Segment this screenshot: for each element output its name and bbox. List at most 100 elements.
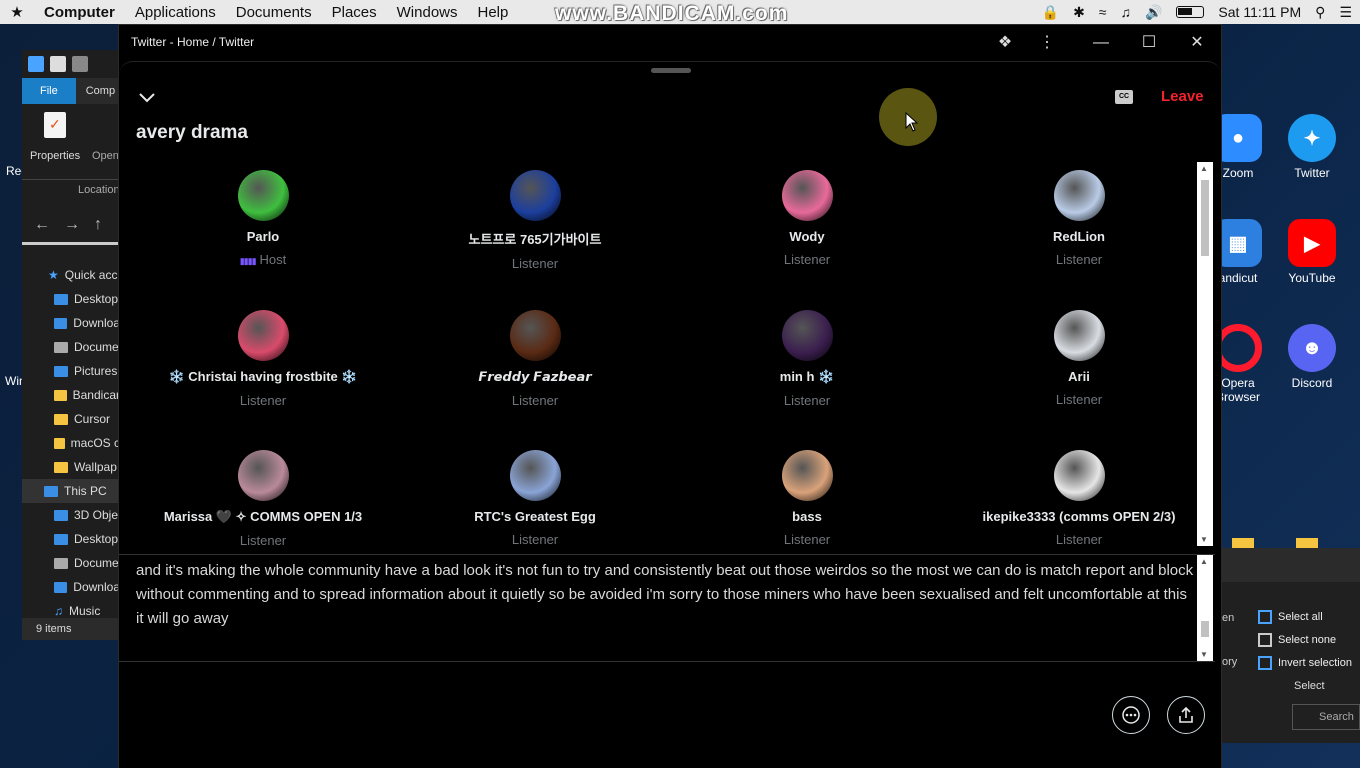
more-options-button[interactable]: [1112, 696, 1150, 734]
battery-icon[interactable]: [1176, 6, 1205, 18]
properties-small-icon[interactable]: [50, 56, 66, 72]
menu-places[interactable]: Places: [322, 4, 387, 21]
close-button[interactable]: ✕: [1185, 31, 1209, 55]
menu-app-name[interactable]: Computer: [34, 4, 125, 21]
participant-card[interactable]: Wody Listener: [671, 170, 943, 267]
apple-menu-icon[interactable]: ★: [0, 3, 34, 21]
computer-icon[interactable]: [28, 56, 44, 72]
scroll-up-arrow-icon[interactable]: ▲: [1200, 164, 1208, 173]
bluetooth-icon[interactable]: ✱: [1073, 4, 1085, 21]
menu-help[interactable]: Help: [468, 4, 519, 21]
share-upload-icon: [1179, 706, 1193, 723]
invert-selection-button[interactable]: Invert selection: [1258, 656, 1352, 670]
tab-computer[interactable]: Comp: [76, 85, 120, 97]
music-icon[interactable]: ♫: [1120, 4, 1131, 20]
tree-item[interactable]: Downloa: [22, 575, 120, 599]
up-arrow-icon[interactable]: ↑: [94, 216, 102, 234]
participant-card[interactable]: 노트프로 765기가바이트 Listener: [399, 170, 671, 271]
extensions-puzzle-icon[interactable]: ❖: [993, 31, 1017, 55]
tree-quick-access[interactable]: ★ Quick acc: [22, 263, 120, 287]
folder-icon: [54, 413, 68, 425]
select-all-button[interactable]: Select all: [1258, 610, 1323, 624]
clock[interactable]: Sat 11:11 PM: [1218, 4, 1301, 20]
tree-item[interactable]: Cursor: [22, 407, 120, 431]
window-titlebar: Twitter - Home / Twitter ❖ ⋮ — ☐ ✕: [119, 25, 1221, 61]
participant-card[interactable]: 𝙁𝙧𝙚𝙙𝙙𝙮 𝙁𝙖𝙯𝙗𝙚𝙖𝙧 Listener: [399, 310, 671, 408]
leave-button[interactable]: Leave: [1161, 88, 1204, 105]
collapse-chevron-icon[interactable]: [137, 88, 157, 108]
folder-icon: [54, 461, 68, 473]
search-icon[interactable]: ⚲: [1315, 4, 1325, 21]
tree-item[interactable]: Desktop: [22, 287, 120, 311]
wifi-icon[interactable]: ≈: [1099, 4, 1107, 20]
download-icon: [54, 581, 68, 593]
desktop-icon-youtube[interactable]: ▶ YouTube: [1274, 219, 1350, 285]
participant-card[interactable]: ikepike3333 (comms OPEN 2/3) Listener: [943, 450, 1197, 547]
tree-item[interactable]: Bandicar: [22, 383, 120, 407]
participant-card[interactable]: RedLion Listener: [943, 170, 1197, 267]
avatar: [781, 170, 833, 221]
caption-text: and it's making the whole community have…: [136, 562, 1194, 627]
participant-card[interactable]: ❄️ Christai having frostbite ❄️ Listener: [127, 310, 399, 408]
tree-item[interactable]: Desktop: [22, 527, 120, 551]
explorer-status: 9 items: [22, 618, 120, 640]
blank-icon[interactable]: [72, 56, 88, 72]
volume-icon[interactable]: 🔊: [1145, 4, 1162, 21]
select-none-icon: [1258, 633, 1272, 647]
folder-icon: [54, 533, 68, 545]
scrollbar-thumb[interactable]: [1201, 621, 1209, 637]
music-note-icon: ♫: [54, 604, 63, 618]
forward-arrow-icon[interactable]: →: [64, 216, 80, 234]
participant-name: min h ❄️: [779, 369, 835, 384]
caption-scrollbar[interactable]: ▲ ▼: [1197, 555, 1213, 661]
participant-card[interactable]: bass Listener: [671, 450, 943, 547]
scroll-up-arrow-icon[interactable]: ▲: [1200, 557, 1208, 566]
share-button[interactable]: [1167, 696, 1205, 734]
ribbon: ✓ Properties Open: [22, 104, 120, 180]
lock-icon[interactable]: 🔒: [1042, 4, 1059, 21]
properties-button[interactable]: Properties: [30, 150, 80, 162]
back-arrow-icon[interactable]: ←: [34, 216, 50, 234]
menu-windows[interactable]: Windows: [387, 4, 468, 21]
participant-card[interactable]: min h ❄️ Listener: [671, 310, 943, 408]
tree-this-pc[interactable]: This PC: [22, 479, 120, 503]
scroll-down-arrow-icon[interactable]: ▼: [1200, 650, 1208, 659]
tab-file[interactable]: File: [22, 78, 76, 104]
participant-role: Listener: [1055, 532, 1103, 547]
participants-scrollbar[interactable]: ▲ ▼: [1197, 162, 1213, 546]
control-center-icon[interactable]: ☰: [1339, 4, 1352, 21]
fragment-ory: ory: [1222, 656, 1238, 668]
tree-item[interactable]: Downloa: [22, 311, 120, 335]
mouse-cursor-icon: [905, 112, 919, 132]
participant-card[interactable]: Marissa 🖤 ✧ COMMS OPEN 1/3 Listener: [127, 450, 399, 548]
ribbon-tabs: File Comp: [22, 78, 120, 104]
more-vertical-icon[interactable]: ⋮: [1035, 31, 1059, 55]
fragment-en: en: [1222, 612, 1235, 624]
desktop-icon-twitter[interactable]: ✦ Twitter: [1274, 114, 1350, 180]
drag-handle[interactable]: [651, 68, 691, 73]
scroll-down-arrow-icon[interactable]: ▼: [1200, 535, 1208, 544]
tree-item[interactable]: Wallpap: [22, 455, 120, 479]
captions-toggle-button[interactable]: CC: [1115, 90, 1133, 104]
participant-card[interactable]: Arii Listener: [943, 310, 1197, 407]
ellipsis-circle-icon: [1122, 706, 1140, 724]
participant-card[interactable]: Parlo ▮▮▮▮ Host: [127, 170, 399, 267]
open-button[interactable]: Open: [92, 150, 119, 162]
tree-item[interactable]: 3D Obje: [22, 503, 120, 527]
menu-documents[interactable]: Documents: [226, 4, 322, 21]
select-none-button[interactable]: Select none: [1258, 633, 1336, 647]
desktop-icon-discord[interactable]: ☻ Discord: [1274, 324, 1350, 390]
participant-name: 𝙁𝙧𝙚𝙙𝙙𝙮 𝙁𝙖𝙯𝙗𝙚𝙖𝙧: [478, 369, 592, 384]
scrollbar-thumb[interactable]: [1201, 180, 1209, 256]
participant-name: ❄️ Christai having frostbite ❄️: [168, 369, 358, 384]
tree-item[interactable]: Docume: [22, 551, 120, 575]
tree-item[interactable]: Docume: [22, 335, 120, 359]
tree-item[interactable]: Pictures: [22, 359, 120, 383]
tree-item[interactable]: macOS c: [22, 431, 120, 455]
participant-role: Listener: [783, 252, 831, 267]
participant-card[interactable]: RTC's Greatest Egg Listener: [399, 450, 671, 547]
search-input[interactable]: Search: [1292, 704, 1360, 730]
minimize-button[interactable]: —: [1089, 31, 1113, 55]
menu-applications[interactable]: Applications: [125, 4, 226, 21]
maximize-button[interactable]: ☐: [1137, 31, 1161, 55]
